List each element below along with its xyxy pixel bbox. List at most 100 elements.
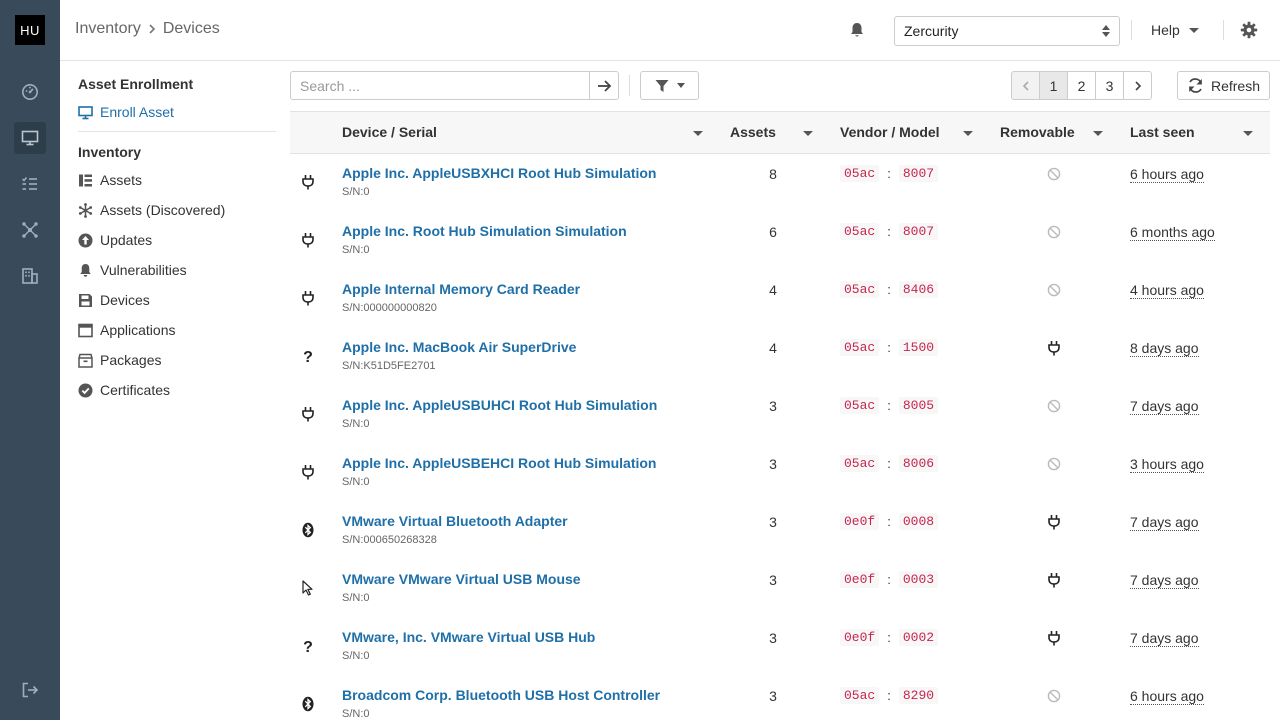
device-name-link[interactable]: Apple Inc. AppleUSBEHCI Root Hub Simulat…: [342, 455, 656, 471]
device-name-link[interactable]: Apple Inc. AppleUSBUHCI Root Hub Simulat…: [342, 397, 657, 413]
device-name-link[interactable]: Apple Inc. AppleUSBXHCI Root Hub Simulat…: [342, 165, 656, 181]
sort-caret-icon[interactable]: [693, 131, 703, 136]
sidebar-item-assets-discovered[interactable]: Assets (Discovered): [78, 202, 225, 218]
chevron-down-icon: [1188, 27, 1199, 33]
vendor-model: 05ac:8005: [840, 397, 939, 414]
toolbar-divider: [629, 75, 630, 96]
last-seen[interactable]: 8 days ago: [1130, 340, 1199, 357]
search-input[interactable]: [291, 72, 589, 99]
sort-caret-icon[interactable]: [1243, 131, 1253, 136]
last-seen[interactable]: 6 hours ago: [1130, 688, 1204, 705]
table-row[interactable]: ? Apple Inc. MacBook Air SuperDrive S/N:K5…: [290, 328, 1270, 386]
filter-dropdown-button[interactable]: [640, 71, 699, 100]
dashboard-icon[interactable]: [14, 76, 46, 108]
breadcrumb: Inventory Devices: [75, 20, 220, 38]
table-row[interactable]: Apple Inc. AppleUSBEHCI Root Hub Simulat…: [290, 444, 1270, 502]
page-3-button[interactable]: 3: [1095, 71, 1124, 100]
bell-icon: [80, 263, 91, 277]
sidebar-item-label: Assets (Discovered): [100, 202, 226, 218]
last-seen[interactable]: 3 hours ago: [1130, 456, 1204, 473]
logout-icon[interactable]: [14, 674, 46, 706]
sidebar-item-label: Applications: [100, 322, 176, 338]
device-name-link[interactable]: Apple Internal Memory Card Reader: [342, 281, 580, 297]
table-row[interactable]: ? VMware, Inc. VMware Virtual USB Hub S/N:…: [290, 618, 1270, 676]
vendor-model-separator: :: [887, 398, 891, 413]
last-seen[interactable]: 4 hours ago: [1130, 282, 1204, 299]
vendor-model: 05ac:8006: [840, 455, 939, 472]
sidebar-item-applications[interactable]: Applications: [78, 322, 176, 338]
search-submit-button[interactable]: [589, 71, 619, 100]
column-header-assets[interactable]: Assets: [730, 124, 776, 140]
column-header-vendor-model[interactable]: Vendor / Model: [840, 124, 940, 140]
sort-caret-icon[interactable]: [1093, 131, 1103, 136]
help-menu[interactable]: Help: [1151, 22, 1199, 38]
vendor-model-separator: :: [887, 688, 891, 703]
tenant-select[interactable]: Zercurity: [894, 16, 1120, 46]
vendor-model: 05ac:8406: [840, 281, 939, 298]
monitor-icon[interactable]: [14, 122, 46, 154]
notification-bell-icon[interactable]: [848, 21, 866, 39]
table-row[interactable]: Broadcom Corp. Bluetooth USB Host Contro…: [290, 676, 1270, 720]
removable-plug-icon: [1046, 514, 1062, 530]
last-seen[interactable]: 6 months ago: [1130, 224, 1215, 241]
last-seen[interactable]: 7 days ago: [1130, 630, 1199, 647]
sidebar-item-label: Certificates: [100, 382, 171, 398]
device-name-link[interactable]: VMware Virtual Bluetooth Adapter: [342, 513, 568, 529]
sidebar-item-packages[interactable]: Packages: [78, 352, 161, 368]
checklist-icon[interactable]: [14, 168, 46, 200]
sort-caret-icon[interactable]: [803, 131, 813, 136]
gear-icon[interactable]: [1240, 21, 1258, 39]
device-name-link[interactable]: Apple Inc. MacBook Air SuperDrive: [342, 339, 576, 355]
asset-count: 3: [769, 398, 777, 414]
sidebar-item-label: Assets: [100, 172, 143, 188]
org-logo[interactable]: HU: [15, 15, 45, 45]
chevron-right-icon: [1134, 80, 1141, 91]
last-seen[interactable]: 7 days ago: [1130, 398, 1199, 415]
device-name-link[interactable]: Apple Inc. Root Hub Simulation Simulatio…: [342, 223, 627, 239]
sidebar-item-vulnerabilities[interactable]: Vulnerabilities: [78, 262, 187, 278]
vendor-id: 0e0f: [840, 629, 880, 646]
refresh-icon: [1189, 78, 1202, 93]
monitor-icon: [78, 105, 93, 119]
sidebar-item-assets[interactable]: Assets: [78, 172, 142, 188]
table-row[interactable]: VMware VMware Virtual USB Mouse S/N:0 3 0e0…: [290, 560, 1270, 618]
page-2-button[interactable]: 2: [1067, 71, 1096, 100]
table-row[interactable]: Apple Inc. AppleUSBXHCI Root Hub Simulat…: [290, 154, 1270, 212]
top-header: Inventory Devices Zercurity Help: [60, 0, 1280, 61]
sidebar-item-updates[interactable]: Updates: [78, 232, 152, 248]
inventory-heading: Inventory: [78, 144, 142, 160]
enroll-asset-link[interactable]: Enroll Asset: [78, 104, 174, 120]
sidebar-item-certificates[interactable]: Certificates: [78, 382, 170, 398]
page-1-button[interactable]: 1: [1039, 71, 1068, 100]
device-name-link[interactable]: Broadcom Corp. Bluetooth USB Host Contro…: [342, 687, 660, 703]
vendor-id: 0e0f: [840, 513, 880, 530]
device-serial: S/N:0: [342, 186, 370, 198]
breadcrumb-root[interactable]: Inventory: [75, 20, 141, 38]
device-name-link[interactable]: VMware VMware Virtual USB Mouse: [342, 571, 581, 587]
last-seen[interactable]: 7 days ago: [1130, 572, 1199, 589]
question-icon: ?: [301, 348, 315, 364]
building-icon[interactable]: [14, 260, 46, 292]
column-header-device[interactable]: Device / Serial: [342, 124, 437, 140]
vendor-id: 05ac: [840, 455, 880, 472]
last-seen[interactable]: 6 hours ago: [1130, 166, 1204, 183]
network-icon[interactable]: [14, 214, 46, 246]
table-row[interactable]: VMware Virtual Bluetooth Adapter S/N:0006…: [290, 502, 1270, 560]
table-row[interactable]: Apple Internal Memory Card Reader S/N:000…: [290, 270, 1270, 328]
floppy-icon: [79, 293, 92, 307]
column-header-last-seen[interactable]: Last seen: [1130, 124, 1195, 140]
refresh-button[interactable]: Refresh: [1177, 71, 1270, 100]
table-row[interactable]: Apple Inc. Root Hub Simulation Simulatio…: [290, 212, 1270, 270]
column-header-removable[interactable]: Removable: [1000, 124, 1075, 140]
asset-count: 8: [769, 166, 777, 182]
last-seen[interactable]: 7 days ago: [1130, 514, 1199, 531]
bluetooth-icon: [301, 522, 315, 538]
plug-icon: [301, 174, 315, 190]
prev-page-button[interactable]: [1011, 71, 1040, 100]
table-row[interactable]: Apple Inc. AppleUSBUHCI Root Hub Simulat…: [290, 386, 1270, 444]
sort-caret-icon[interactable]: [963, 131, 973, 136]
device-name-link[interactable]: VMware, Inc. VMware Virtual USB Hub: [342, 629, 595, 645]
vendor-id: 05ac: [840, 339, 880, 356]
sidebar-item-devices[interactable]: Devices: [78, 292, 150, 308]
next-page-button[interactable]: [1123, 71, 1152, 100]
